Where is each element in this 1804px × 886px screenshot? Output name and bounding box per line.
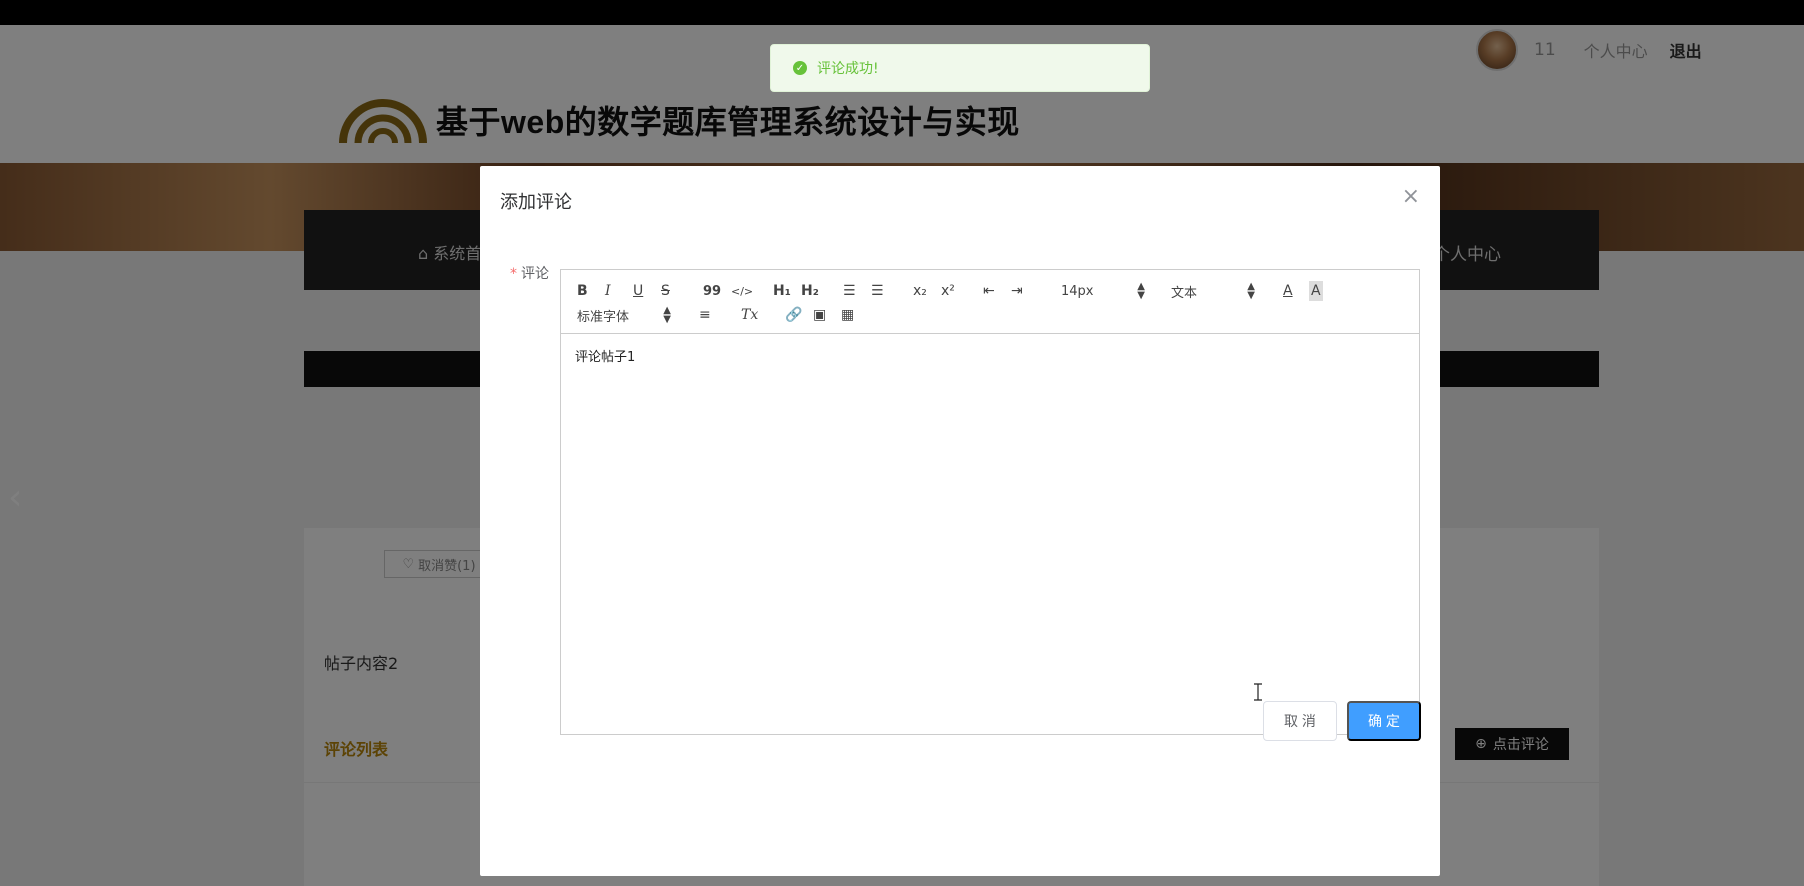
- editor-toolbar: B I U S 99 </> H₁ H₂ ☰ ☰ x₂ x² ⇤ ⇥ 14px ▲…: [561, 270, 1419, 334]
- superscript-button[interactable]: x²: [941, 281, 955, 301]
- cancel-button[interactable]: 取 消: [1263, 701, 1337, 741]
- confirm-button[interactable]: 确 定: [1347, 701, 1421, 741]
- font-family-value: 标准字体: [577, 309, 630, 325]
- bold-button[interactable]: B: [577, 281, 588, 301]
- align-left-icon[interactable]: ≡: [699, 305, 711, 325]
- rich-text-editor: B I U S 99 </> H₁ H₂ ☰ ☰ x₂ x² ⇤ ⇥ 14px ▲…: [560, 269, 1420, 735]
- success-toast: ✓ 评论成功!: [770, 44, 1150, 92]
- bullet-list-icon[interactable]: ☰: [871, 281, 884, 301]
- font-size-value: 14px: [1061, 283, 1094, 299]
- check-circle-icon: ✓: [793, 61, 807, 75]
- page: 11 个人中心 退出 基于web的数学题库管理系统设计与实现 ⌂ 系统首 个人中…: [0, 25, 1804, 886]
- italic-button[interactable]: I: [605, 281, 611, 301]
- clean-format-button[interactable]: Tx: [741, 305, 758, 325]
- header-value: 文本: [1171, 285, 1198, 301]
- toast-message: 评论成功!: [817, 61, 879, 77]
- strike-button[interactable]: S: [661, 281, 670, 301]
- indent-icon[interactable]: ⇥: [1011, 281, 1023, 301]
- subscript-button[interactable]: x₂: [913, 281, 927, 301]
- outdent-icon[interactable]: ⇤: [983, 281, 995, 301]
- chevron-updown-icon: ▲ ▼: [663, 305, 671, 325]
- text-cursor-icon: [1254, 683, 1262, 701]
- link-icon[interactable]: 🔗: [785, 305, 802, 325]
- image-icon[interactable]: ▣: [813, 305, 826, 325]
- comment-label-text: 评论: [521, 266, 549, 282]
- chevron-updown-icon: ▲ ▼: [1137, 281, 1145, 301]
- code-button[interactable]: </>: [731, 281, 753, 301]
- h2-button[interactable]: H₂: [801, 281, 819, 301]
- background-color-icon[interactable]: A: [1309, 281, 1323, 301]
- ordered-list-icon[interactable]: ☰: [843, 281, 856, 301]
- h1-button[interactable]: H₁: [773, 281, 791, 301]
- close-icon[interactable]: ×: [1402, 184, 1420, 209]
- editor-content[interactable]: 评论帖子1: [575, 346, 635, 365]
- dialog-title: 添加评论: [500, 192, 572, 213]
- required-mark: *: [510, 266, 517, 282]
- header-select[interactable]: 文本 ▲ ▼: [1171, 281, 1255, 301]
- comment-field-label: * 评论: [510, 263, 549, 283]
- font-color-icon[interactable]: A: [1283, 281, 1293, 301]
- blockquote-button[interactable]: 99: [703, 281, 721, 301]
- video-icon[interactable]: ▦: [841, 305, 854, 325]
- add-comment-dialog: 添加评论 × * 评论 B I U S 99 </> H₁ H₂ ☰ ☰ x₂ x…: [480, 166, 1440, 876]
- underline-button[interactable]: U: [633, 281, 643, 301]
- chevron-updown-icon: ▲ ▼: [1247, 281, 1255, 301]
- font-family-select[interactable]: 标准字体 ▲ ▼: [577, 305, 671, 325]
- font-size-select[interactable]: 14px ▲ ▼: [1061, 281, 1145, 301]
